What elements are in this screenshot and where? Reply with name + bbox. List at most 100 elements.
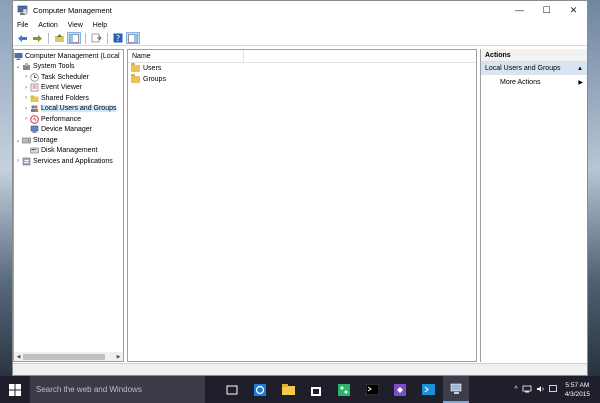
taskbar-remote-desktop[interactable] (415, 376, 441, 403)
action-center-icon[interactable] (548, 384, 557, 395)
expand-chevron-icon[interactable]: › (14, 158, 22, 164)
tree-item-disk-management[interactable]: Disk Management (14, 146, 123, 157)
folder-icon (131, 63, 140, 72)
taskbar-app-green[interactable] (331, 376, 357, 403)
svg-text:?: ? (116, 34, 120, 43)
maximize-button[interactable]: ☐ (533, 1, 560, 19)
help-icon: ? (113, 33, 123, 43)
list-item-groups[interactable]: Groups (128, 74, 476, 85)
command-prompt-icon (365, 384, 379, 395)
network-icon[interactable] (522, 385, 532, 395)
collapse-chevron-icon[interactable]: ⌄ (14, 137, 22, 144)
minimize-button[interactable]: — (506, 1, 533, 19)
computer-management-window: Computer Management — ☐ ✕ File Action Vi… (12, 0, 588, 376)
close-button[interactable]: ✕ (560, 1, 587, 19)
export-icon (91, 33, 102, 43)
tree-item-task-scheduler[interactable]: › Task Scheduler (14, 72, 123, 83)
status-bar (13, 363, 587, 375)
list-header: Name (128, 50, 476, 63)
toolbar-separator (85, 32, 86, 44)
task-view-icon (226, 385, 238, 394)
tree-item-label: Storage (33, 136, 58, 144)
services-icon (22, 157, 31, 166)
more-actions-label: More Actions (500, 78, 541, 86)
tree-item-label: Local Users and Groups (41, 105, 117, 113)
browser-icon (254, 383, 266, 396)
taskbar-edge[interactable] (247, 376, 273, 403)
export-list-button[interactable] (89, 32, 103, 44)
tree-item-label: Device Manager (41, 126, 92, 134)
start-button[interactable] (0, 376, 30, 403)
window-title: Computer Management (33, 5, 112, 15)
performance-icon (30, 114, 39, 124)
tree-item-performance[interactable]: › Performance (14, 114, 123, 125)
scrollbar-thumb[interactable] (23, 353, 105, 360)
menu-view[interactable]: View (68, 22, 83, 29)
expand-chevron-icon[interactable]: › (22, 116, 30, 122)
taskbar-file-explorer[interactable] (275, 376, 301, 403)
desktop-background-right (588, 0, 600, 376)
back-button[interactable] (15, 32, 29, 44)
collapse-arrow-icon[interactable]: ▲ (577, 66, 583, 72)
users-icon (30, 104, 39, 113)
desktop-background-left (0, 0, 12, 376)
remote-desktop-icon (421, 384, 435, 395)
up-one-level-button[interactable] (52, 32, 66, 44)
tree-item-event-viewer[interactable]: › Event Viewer (14, 83, 123, 94)
more-actions-item[interactable]: More Actions ▶ (481, 75, 587, 89)
file-explorer-icon (281, 384, 295, 395)
store-icon (311, 386, 321, 396)
submenu-arrow-icon: ▶ (578, 79, 583, 86)
taskbar-store[interactable] (303, 376, 329, 403)
taskbar: Search the web and Windows ^ 5:57 AM 4/3… (0, 376, 600, 403)
tree-item-storage[interactable]: ⌄ Storage (14, 135, 123, 146)
menu-help[interactable]: Help (93, 22, 107, 29)
tree-horizontal-scrollbar[interactable]: ◀ ▶ (14, 352, 123, 361)
clock[interactable]: 5:57 AM 4/3/2015 (565, 381, 590, 399)
storage-icon (22, 136, 31, 145)
menu-file[interactable]: File (17, 22, 28, 29)
scroll-left-icon[interactable]: ◀ (14, 354, 23, 360)
console-tree-pane: Computer Management (Local ⌄ System Tools… (13, 49, 124, 362)
tree-item-services-and-applications[interactable]: › Services and Applications (14, 156, 123, 167)
taskbar-command-prompt[interactable] (359, 376, 385, 403)
actions-section-label: Local Users and Groups (485, 65, 561, 72)
volume-icon[interactable] (536, 385, 545, 395)
console-tree-icon (69, 33, 79, 43)
show-hidden-icons-chevron-icon[interactable]: ^ (514, 386, 517, 393)
show-hide-console-tree-button[interactable] (67, 32, 81, 44)
computer-management-icon (450, 383, 461, 394)
toolbar-separator (48, 32, 49, 44)
tree-root[interactable]: Computer Management (Local (14, 51, 123, 62)
menu-action[interactable]: Action (38, 22, 57, 29)
menu-bar: File Action View Help (13, 19, 587, 31)
toolbar-separator (107, 32, 108, 44)
expand-chevron-icon[interactable]: › (22, 85, 30, 91)
collapse-chevron-icon[interactable]: ⌄ (14, 63, 22, 70)
column-header-name[interactable]: Name (128, 50, 244, 62)
expand-chevron-icon[interactable]: › (22, 74, 30, 80)
tree-item-system-tools[interactable]: ⌄ System Tools (14, 62, 123, 73)
help-button[interactable]: ? (111, 32, 125, 44)
expand-chevron-icon[interactable]: › (22, 106, 30, 112)
list-item-users[interactable]: Users (128, 63, 476, 74)
expand-chevron-icon[interactable]: › (22, 95, 30, 101)
shared-folder-icon (30, 94, 39, 103)
forward-arrow-icon (32, 34, 42, 42)
computer-management-icon (14, 52, 23, 61)
forward-button[interactable] (30, 32, 44, 44)
scroll-right-icon[interactable]: ▶ (114, 354, 123, 360)
taskbar-visual-studio[interactable] (387, 376, 413, 403)
title-bar[interactable]: Computer Management — ☐ ✕ (13, 1, 587, 19)
taskbar-computer-management[interactable] (443, 376, 469, 403)
tree-item-device-manager[interactable]: Device Manager (14, 125, 123, 136)
back-arrow-icon (17, 34, 27, 42)
tree-item-label: Event Viewer (41, 84, 83, 92)
show-hide-action-pane-button[interactable] (126, 32, 140, 44)
tree-item-shared-folders[interactable]: › Shared Folders (14, 93, 123, 104)
tree-item-local-users-and-groups[interactable]: › Local Users and Groups (14, 104, 123, 115)
actions-section-local-users-and-groups[interactable]: Local Users and Groups ▲ (481, 62, 587, 75)
taskbar-search-box[interactable]: Search the web and Windows (30, 376, 205, 403)
task-view-button[interactable] (219, 376, 245, 403)
visual-studio-icon (394, 383, 406, 396)
